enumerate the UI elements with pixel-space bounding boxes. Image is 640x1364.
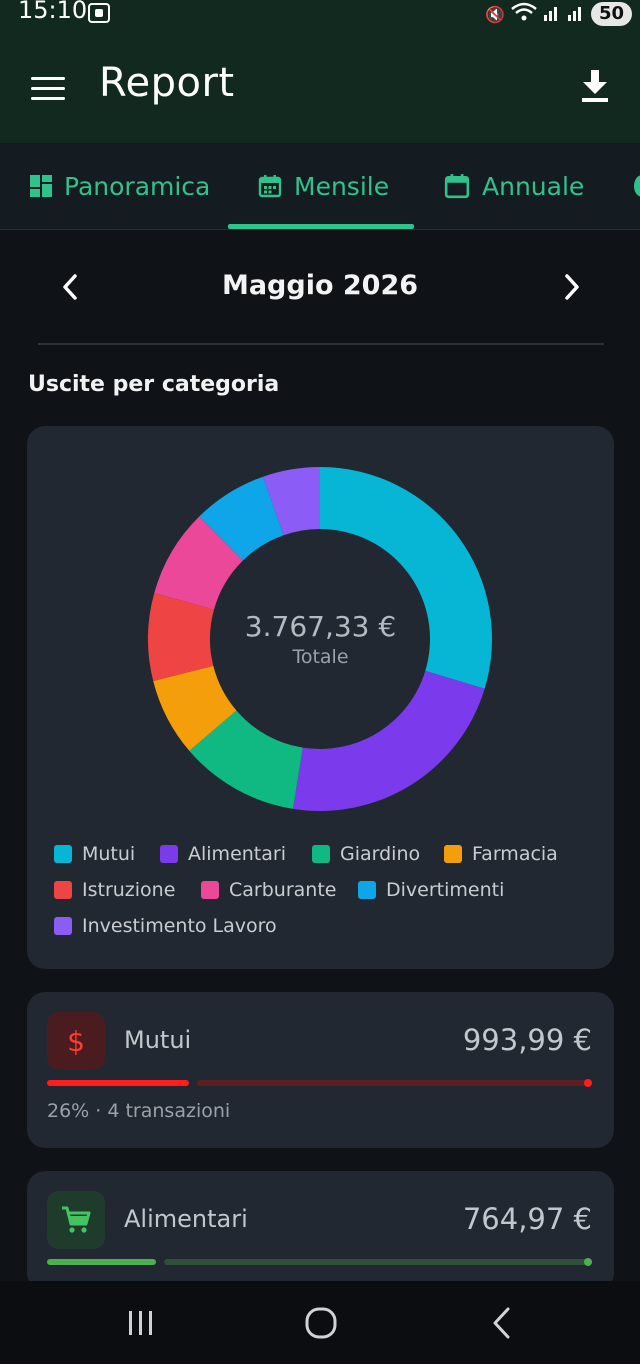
- category-progress: [47, 1258, 592, 1266]
- tab-label: Panoramica: [64, 171, 211, 201]
- legend-label: Mutui: [82, 843, 136, 865]
- back-button[interactable]: [483, 1303, 523, 1343]
- category-amount: 993,99 €: [462, 1023, 592, 1057]
- tab-label: Mensile: [294, 171, 390, 201]
- category-meta: 26% · 4 transazioni: [47, 1100, 231, 1122]
- chevron-right-icon[interactable]: [552, 258, 592, 318]
- category-progress: [47, 1079, 592, 1087]
- app-bar: Report: [0, 30, 640, 143]
- legend-label: Istruzione: [82, 879, 176, 901]
- status-icons: 🔇 50: [485, 2, 632, 26]
- chart-card: 3.767,33 € Totale Mutui Alimentari Giardin…: [27, 426, 614, 969]
- signal-icon: [543, 3, 561, 25]
- tab-annuale[interactable]: Annuale: [444, 143, 584, 229]
- signal-icon: [567, 3, 585, 25]
- mute-icon: 🔇: [485, 4, 505, 24]
- total-label: Totale: [292, 646, 349, 668]
- month-navigator: Maggio 2026: [0, 258, 640, 318]
- legend-item: Farmacia: [444, 843, 558, 865]
- home-button[interactable]: [301, 1303, 341, 1343]
- divider: [38, 343, 604, 345]
- recent-apps-button[interactable]: [121, 1303, 161, 1343]
- tab-panoramica[interactable]: Panoramica: [30, 143, 210, 229]
- screen-record-icon: [88, 3, 110, 23]
- legend-item: Investimento Lavoro: [54, 915, 277, 937]
- category-card-mutui[interactable]: $ Mutui 993,99 € 26% · 4 transazioni: [27, 992, 614, 1148]
- legend-label: Giardino: [340, 843, 421, 865]
- legend-label: Investimento Lavoro: [82, 915, 277, 937]
- progress-end-dot: [584, 1079, 592, 1087]
- legend-swatch: [201, 881, 219, 899]
- legend-label: Alimentari: [188, 843, 286, 865]
- page-title: Report: [99, 60, 235, 106]
- legend-swatch: [444, 845, 462, 863]
- calendar-icon: [258, 175, 282, 198]
- legend-item: Divertimenti: [358, 879, 504, 901]
- donut-slice-alimentari[interactable]: [293, 670, 485, 811]
- legend-item: Giardino: [312, 843, 420, 865]
- wifi-icon: [511, 2, 537, 26]
- legend-swatch: [54, 881, 72, 899]
- legend-swatch: [54, 917, 72, 935]
- cart-icon: [47, 1191, 105, 1249]
- month-label: Maggio 2026: [221, 270, 419, 301]
- menu-icon[interactable]: [31, 77, 65, 101]
- legend-item: Mutui: [54, 843, 135, 865]
- download-icon[interactable]: [580, 68, 610, 104]
- legend-swatch: [160, 845, 178, 863]
- category-amount: 764,97 €: [462, 1202, 592, 1236]
- tab-label: Annuale: [482, 171, 585, 201]
- legend-label: Divertimenti: [386, 879, 505, 901]
- category-name: Mutui: [124, 1026, 192, 1054]
- battery-indicator: 50: [590, 2, 632, 26]
- legend-label: Carburante: [229, 879, 337, 901]
- section-title: Uscite per categoria: [28, 372, 280, 397]
- status-time: 15:10: [18, 0, 88, 24]
- legend-label: Farmacia: [472, 843, 558, 865]
- progress-track: [164, 1259, 592, 1265]
- total-amount: 3.767,33 €: [244, 610, 397, 643]
- dashboard-icon: [30, 175, 52, 197]
- status-bar: 15:10 🔇 50: [0, 0, 640, 30]
- tab-overflow[interactable]: [634, 143, 640, 229]
- legend-swatch: [54, 845, 72, 863]
- legend-item: Alimentari: [160, 843, 286, 865]
- category-name: Alimentari: [124, 1205, 248, 1233]
- progress-track: [196, 1080, 592, 1086]
- progress-fill: [47, 1080, 189, 1086]
- legend-swatch: [358, 881, 376, 899]
- tab-mensile[interactable]: Mensile: [258, 143, 389, 229]
- system-nav-bar: [0, 1281, 640, 1364]
- tab-bar: Panoramica Mensile Annuale: [0, 143, 640, 230]
- tab-indicator: [228, 224, 414, 229]
- tab-icon: [634, 175, 640, 197]
- legend-swatch: [312, 845, 330, 863]
- dollar-icon: $: [47, 1012, 105, 1070]
- calendar-icon: [444, 174, 470, 199]
- category-card-alimentari[interactable]: Alimentari 764,97 €: [27, 1171, 614, 1291]
- legend-item: Istruzione: [54, 879, 175, 901]
- legend-item: Carburante: [201, 879, 336, 901]
- progress-end-dot: [584, 1258, 592, 1266]
- progress-fill: [47, 1259, 156, 1265]
